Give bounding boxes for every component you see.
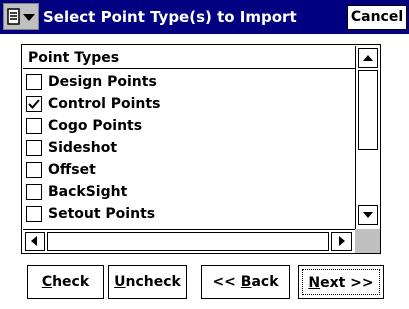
- arrow-down-icon: [363, 212, 373, 218]
- next-button[interactable]: Next >>: [298, 265, 384, 299]
- list-item[interactable]: Setout Points: [26, 203, 356, 225]
- uncheck-button[interactable]: Uncheck: [108, 265, 187, 299]
- list-item[interactable]: Cogo Points: [26, 115, 356, 137]
- checkbox[interactable]: [26, 140, 42, 156]
- back-label-rest: ack: [251, 274, 279, 290]
- scroll-right-button[interactable]: [331, 232, 352, 251]
- list-item-label: Design Points: [48, 74, 157, 90]
- uncheck-label-rest: ncheck: [125, 274, 181, 290]
- arrow-left-icon: [31, 236, 37, 246]
- list-item-label: Sideshot: [48, 140, 118, 156]
- list-item-label: Cogo Points: [48, 118, 143, 134]
- scrollbar-corner: [355, 229, 380, 253]
- menu-dropdown-button[interactable]: [3, 3, 39, 30]
- checkbox[interactable]: [26, 184, 42, 200]
- scroll-up-button[interactable]: [358, 48, 378, 68]
- list-item-label: Control Points: [48, 96, 161, 112]
- checkbox[interactable]: [26, 162, 42, 178]
- list-item[interactable]: Offset: [26, 159, 356, 181]
- list-item[interactable]: Sideshot: [26, 137, 356, 159]
- list-header: Point Types: [23, 47, 355, 69]
- arrow-up-icon: [363, 55, 373, 61]
- horizontal-scrollbar[interactable]: [23, 229, 355, 253]
- uncheck-mnemonic: U: [114, 274, 126, 290]
- menu-dropdown-icon: [7, 8, 35, 25]
- point-types-listbox[interactable]: Point Types Design Points Control Points C…: [21, 44, 381, 254]
- list-item[interactable]: Control Points: [26, 93, 356, 115]
- check-mnemonic: C: [41, 274, 53, 290]
- window-title: Select Point Type(s) to Import: [43, 8, 297, 26]
- arrow-right-icon: [339, 236, 345, 246]
- checkbox[interactable]: [26, 118, 42, 134]
- checkbox[interactable]: [26, 74, 42, 90]
- list-item[interactable]: BackSight: [26, 181, 356, 203]
- horizontal-scroll-thumb[interactable]: [47, 232, 329, 251]
- scroll-down-button[interactable]: [358, 205, 378, 225]
- check-button[interactable]: Check: [27, 265, 104, 299]
- back-label-prefix: <<: [212, 274, 241, 290]
- list-item[interactable]: Design Points: [26, 71, 356, 93]
- list-item-label: Setout Points: [48, 206, 156, 222]
- list-item-label: Offset: [48, 162, 96, 178]
- vertical-scrollbar[interactable]: [355, 46, 380, 229]
- back-button[interactable]: << Back: [201, 265, 290, 299]
- vertical-scroll-thumb[interactable]: [358, 70, 378, 150]
- list-item-label: BackSight: [48, 184, 128, 200]
- next-mnemonic: N: [308, 275, 321, 291]
- check-label-rest: heck: [52, 274, 90, 290]
- checkbox[interactable]: [26, 206, 42, 222]
- checkbox[interactable]: [26, 96, 42, 112]
- title-bar: Select Point Type(s) to Import Cancel: [0, 0, 409, 34]
- checkmark-icon: [28, 99, 40, 109]
- back-mnemonic: B: [240, 274, 252, 290]
- next-focus-ring: Next >>: [302, 269, 380, 295]
- next-label-rest: ext >>: [320, 275, 374, 291]
- cancel-button[interactable]: Cancel: [347, 5, 407, 30]
- scroll-left-button[interactable]: [25, 232, 45, 251]
